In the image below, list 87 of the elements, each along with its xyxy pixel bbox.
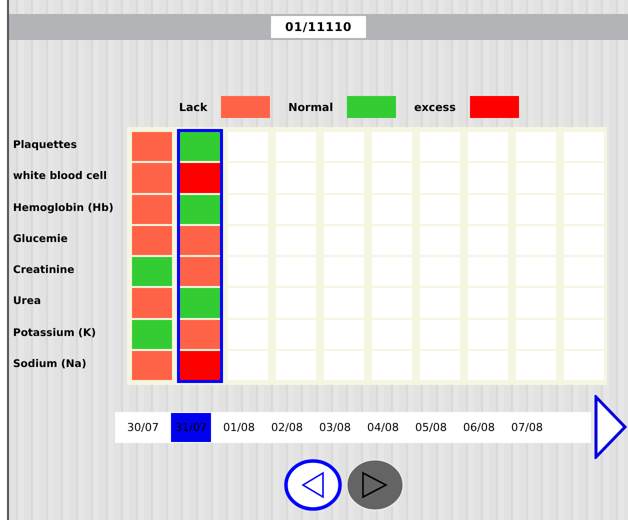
result-cell — [516, 351, 556, 380]
result-cell — [228, 132, 268, 162]
result-cell — [228, 351, 268, 380]
result-cell — [564, 320, 604, 350]
result-cell — [228, 320, 268, 350]
result-cell — [372, 163, 412, 193]
previous-button[interactable] — [284, 459, 342, 512]
result-cell — [564, 226, 604, 256]
result-cell — [228, 226, 268, 256]
test-name: Hemoglobin (Hb) — [12, 200, 115, 216]
play-button[interactable] — [346, 459, 404, 512]
result-cell — [564, 132, 604, 162]
result-cell — [420, 257, 460, 286]
test-name: white blood cell — [12, 169, 108, 184]
result-cell — [420, 194, 460, 224]
result-cell — [516, 226, 556, 256]
result-cell — [276, 257, 316, 286]
result-cell — [468, 351, 508, 380]
result-cell — [420, 132, 460, 162]
result-cell — [276, 288, 316, 318]
result-cell — [420, 163, 460, 193]
test-name: Urea — [12, 294, 42, 310]
result-cell — [228, 194, 268, 224]
test-name: Potassium (K) — [12, 326, 97, 341]
result-cell — [372, 226, 412, 256]
result-cell — [516, 257, 556, 286]
result-cell — [276, 351, 316, 380]
result-cell — [324, 320, 364, 350]
result-cell — [516, 132, 556, 162]
result-cell — [516, 194, 556, 224]
result-cell — [372, 257, 412, 286]
record-number: 01/11110 — [271, 16, 366, 38]
date-tab[interactable]: 07/08 — [507, 412, 547, 442]
date-tab[interactable]: 01/08 — [219, 412, 259, 442]
legend-label: Normal — [288, 100, 334, 114]
test-name: Plaquettes — [12, 138, 78, 153]
result-cell — [420, 351, 460, 380]
result-cell — [228, 257, 268, 286]
result-cell — [276, 163, 316, 193]
result-cell — [468, 320, 508, 350]
result-cell — [276, 320, 316, 350]
test-name: Sodium (Na) — [12, 357, 88, 372]
date-tab[interactable]: 05/08 — [411, 412, 451, 442]
result-cell — [468, 163, 508, 193]
result-cell — [468, 194, 508, 224]
result-cell — [324, 194, 364, 224]
result-cell — [276, 132, 316, 162]
result-cell — [228, 163, 268, 193]
test-name: Glucemie — [12, 232, 69, 247]
result-cell — [324, 288, 364, 318]
result-cell — [468, 288, 508, 318]
date-tab[interactable]: 02/08 — [267, 412, 307, 442]
result-cell — [564, 257, 604, 286]
date-tab[interactable]: 30/07 — [123, 412, 163, 442]
result-cell — [372, 288, 412, 318]
result-cell — [468, 132, 508, 162]
date-tab[interactable]: 04/08 — [363, 412, 403, 442]
result-cell — [276, 226, 316, 256]
result-cell — [516, 288, 556, 318]
test-name: Creatinine — [12, 263, 76, 278]
result-cell — [564, 194, 604, 224]
result-cell — [516, 320, 556, 350]
result-cell — [420, 320, 460, 350]
result-cell — [276, 194, 316, 224]
result-cell — [324, 257, 364, 286]
result-cell — [324, 226, 364, 256]
result-cell — [324, 163, 364, 193]
result-cell — [468, 257, 508, 286]
legend-label: Lack — [179, 100, 208, 114]
result-cell — [564, 351, 604, 380]
result-cell — [372, 194, 412, 224]
next-arrow-icon[interactable] — [594, 395, 628, 460]
result-cell — [228, 288, 268, 318]
result-cell — [468, 226, 508, 256]
result-cell — [372, 132, 412, 162]
result-cell — [324, 351, 364, 380]
date-tab[interactable]: 03/08 — [315, 412, 355, 442]
result-cell — [324, 132, 364, 162]
result-cell — [420, 226, 460, 256]
result-cell — [372, 351, 412, 380]
date-tab[interactable]: 06/08 — [459, 412, 499, 442]
legend-label: excess — [414, 100, 456, 114]
result-cell — [420, 288, 460, 318]
result-cell — [372, 320, 412, 350]
result-cell — [516, 163, 556, 193]
result-cell — [564, 288, 604, 318]
result-cell — [564, 163, 604, 193]
